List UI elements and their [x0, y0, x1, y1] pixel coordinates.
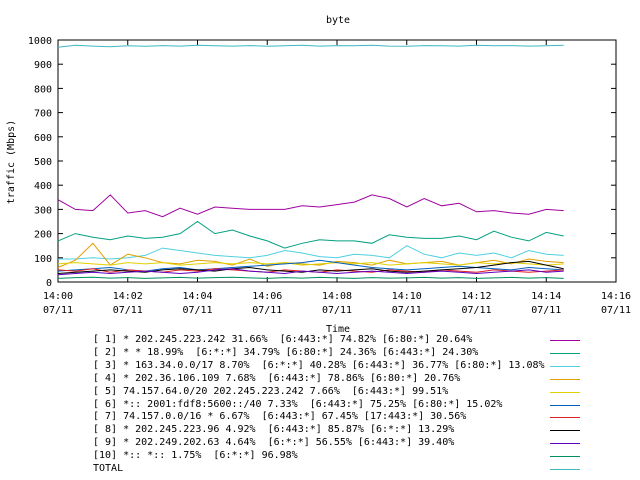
traffic-line-chart: byte traffic (Mbps) Time 0 100 200 300 400 50… [6, 15, 631, 335]
y-tick-label: 700 [34, 109, 52, 120]
x-tick-label-time: 14:14 [531, 291, 561, 302]
x-tick-label-time: 14:04 [182, 291, 212, 302]
x-tick-label-time: 14:06 [252, 291, 282, 302]
x-tick-label-date: 07/11 [182, 305, 212, 316]
x-tick-label-date: 07/11 [322, 305, 352, 316]
x-tick-label-date: 07/11 [601, 305, 631, 316]
chart-title: byte [326, 15, 350, 26]
y-tick-label: 200 [34, 230, 52, 241]
x-tick-label-date: 07/11 [43, 305, 73, 316]
y-tick-label: 400 [34, 181, 52, 192]
series-line-2 [57, 220, 564, 249]
plot-area-frame [57, 39, 617, 283]
y-tick-label: 100 [34, 254, 52, 265]
x-tick-label-time: 14:08 [322, 291, 352, 302]
y-tick-label: 0 [46, 278, 52, 289]
series-lines [57, 44, 564, 279]
x-axis-label: Time [326, 324, 350, 335]
series-line-9 [57, 268, 564, 276]
series-line-10 [57, 276, 564, 279]
series-line-5 [57, 262, 564, 266]
x-tick-label-time: 14:02 [113, 291, 143, 302]
x-tick-label-date: 07/11 [252, 305, 282, 316]
series-line-11 [57, 44, 564, 48]
series-line-3 [58, 245, 564, 260]
y-tick-label: 800 [34, 84, 52, 95]
x-tick-label-date: 07/11 [392, 305, 422, 316]
series-line-1 [57, 194, 564, 218]
x-tick-label-time: 14:00 [43, 291, 73, 302]
y-tick-label: 900 [34, 60, 52, 71]
x-tick-label-date: 07/11 [113, 305, 143, 316]
x-axis-ticks: 14:00 07/11 14:02 07/11 14:04 07/11 14:06 07/11… [43, 40, 631, 316]
x-tick-label-date: 07/11 [461, 305, 491, 316]
y-axis-label: traffic (Mbps) [6, 120, 17, 204]
y-tick-label: 500 [34, 157, 52, 168]
y-tick-label: 300 [34, 205, 52, 216]
x-tick-label-time: 14:12 [461, 291, 491, 302]
x-tick-label-time: 14:16 [601, 291, 631, 302]
y-tick-label: 600 [34, 133, 52, 144]
x-tick-label-date: 07/11 [531, 305, 561, 316]
y-tick-label: 1000 [28, 36, 52, 47]
x-tick-label-time: 14:10 [392, 291, 422, 302]
